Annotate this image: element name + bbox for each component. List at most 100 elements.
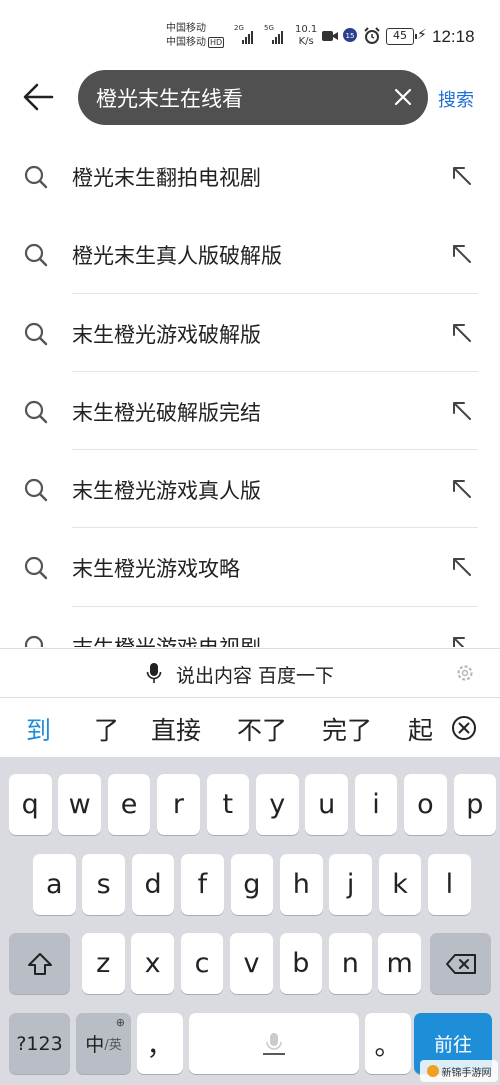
key-s[interactable]: s: [82, 854, 125, 915]
suggestion-text: 末生橙光游戏电视剧: [72, 632, 261, 647]
charging-icon: ⚡: [417, 27, 427, 43]
key-t[interactable]: t: [206, 774, 250, 835]
shift-icon: [27, 952, 52, 975]
svg-text:15: 15: [346, 32, 355, 40]
period-key-label: 。: [374, 1031, 402, 1062]
search-input[interactable]: [96, 70, 381, 125]
watermark-text: 新锦手游网: [441, 1067, 492, 1079]
badge-icon: 15: [343, 28, 357, 42]
globe-icon: ⊕: [115, 1016, 125, 1029]
language-key-sub: /英: [104, 1038, 122, 1053]
clear-icon[interactable]: [392, 86, 414, 108]
candidate-word[interactable]: 到: [26, 711, 51, 747]
key-y[interactable]: y: [256, 774, 299, 835]
net-speed-unit: K/s: [298, 36, 314, 47]
close-candidates-icon[interactable]: [451, 715, 477, 741]
key-p[interactable]: p: [453, 774, 497, 835]
carrier-info: 中国移动 中国移动 HD: [166, 22, 225, 50]
key-r[interactable]: r: [157, 774, 200, 835]
key-i[interactable]: i: [354, 774, 398, 835]
suggestion-text: 末生橙光破解版完结: [72, 400, 261, 425]
numbers-key[interactable]: ?123: [9, 1013, 70, 1074]
language-key[interactable]: 中/英 ⊕: [76, 1013, 131, 1074]
shift-key[interactable]: [9, 933, 70, 994]
gear-icon[interactable]: [455, 663, 475, 683]
key-q[interactable]: q: [9, 774, 52, 835]
net-speed-value: 10.1: [295, 24, 318, 35]
key-w[interactable]: w: [58, 774, 101, 835]
voice-search-bar[interactable]: 说出内容 百度一下: [0, 648, 500, 698]
fill-query-arrow-icon[interactable]: [451, 556, 473, 578]
search-button[interactable]: 搜索: [438, 86, 474, 112]
key-m[interactable]: m: [378, 933, 421, 994]
search-icon: [24, 244, 48, 267]
candidate-word[interactable]: 不了: [237, 711, 287, 747]
key-d[interactable]: d: [131, 854, 175, 915]
key-k[interactable]: k: [378, 854, 422, 915]
key-c[interactable]: c: [180, 933, 224, 994]
key-e[interactable]: e: [107, 774, 151, 835]
numbers-key-label: ?123: [16, 1032, 63, 1055]
signal-1-icon: 2G: [234, 24, 260, 46]
battery-icon: 45: [386, 28, 417, 45]
suggestion-text: 橙光末生翻拍电视剧: [72, 166, 261, 190]
key-g[interactable]: g: [230, 854, 274, 915]
hd-badge: HD: [208, 37, 225, 48]
candidate-word[interactable]: 完了: [322, 711, 372, 747]
fill-query-arrow-icon[interactable]: [451, 478, 473, 500]
candidate-word[interactable]: 了: [94, 711, 119, 747]
watermark-logo-icon: [426, 1065, 439, 1077]
watermark: 新锦手游网: [420, 1060, 498, 1082]
clock: 12:18: [432, 27, 475, 46]
suggestion-item[interactable]: 橙光末生真人版破解版: [0, 215, 500, 294]
space-key[interactable]: [189, 1013, 359, 1074]
fill-query-arrow-icon[interactable]: [451, 635, 473, 647]
suggestion-item[interactable]: 末生橙光游戏真人版: [0, 450, 500, 529]
candidate-word[interactable]: 起: [408, 711, 434, 747]
search-box[interactable]: [78, 70, 428, 125]
fill-query-arrow-icon[interactable]: [451, 243, 473, 265]
suggestion-item[interactable]: 橙光末生翻拍电视剧: [0, 137, 500, 215]
fill-query-arrow-icon[interactable]: [451, 400, 473, 422]
key-v[interactable]: v: [230, 933, 273, 994]
comma-key-label: ，: [146, 1031, 174, 1062]
net-speed: 10.1 K/s: [295, 24, 317, 48]
search-icon: [24, 322, 48, 345]
suggestion-text: 末生橙光游戏真人版: [72, 479, 261, 504]
key-h[interactable]: h: [280, 854, 323, 915]
carrier-2-row: 中国移动 HD: [166, 36, 225, 50]
signal-2-icon: 5G: [264, 24, 290, 46]
suggestion-item[interactable]: 末生橙光游戏攻略: [0, 528, 500, 607]
suggestion-list: 橙光末生翻拍电视剧 橙光末生真人版破解版 末生橙光游戏破解版 末生橙光破解版完结 末生橙…: [0, 137, 500, 647]
backspace-key[interactable]: [430, 933, 491, 994]
key-f[interactable]: f: [181, 854, 224, 915]
suggestion-text: 末生橙光游戏攻略: [72, 557, 240, 582]
search-icon: [24, 165, 48, 189]
candidate-word[interactable]: 直接: [151, 711, 201, 747]
alarm-icon: [364, 27, 380, 44]
key-z[interactable]: z: [82, 933, 125, 994]
key-j[interactable]: j: [329, 854, 372, 915]
comma-key[interactable]: ，: [137, 1013, 183, 1074]
key-a[interactable]: a: [33, 854, 76, 915]
back-arrow-icon[interactable]: [22, 80, 56, 114]
key-x[interactable]: x: [131, 933, 174, 994]
microphone-icon: [146, 663, 162, 683]
enter-key-label: 前往: [433, 1034, 472, 1056]
key-l[interactable]: l: [428, 854, 471, 915]
key-b[interactable]: b: [279, 933, 323, 994]
period-key[interactable]: 。: [365, 1013, 411, 1074]
fill-query-arrow-icon[interactable]: [451, 165, 473, 187]
suggestion-item[interactable]: 末生橙光游戏电视剧: [0, 607, 500, 647]
suggestion-item[interactable]: 末生橙光破解版完结: [0, 372, 500, 451]
video-icon: [322, 31, 338, 41]
fill-query-arrow-icon[interactable]: [451, 322, 473, 344]
key-u[interactable]: u: [305, 774, 348, 835]
key-n[interactable]: n: [329, 933, 372, 994]
carrier-1: 中国移动: [166, 23, 206, 34]
key-o[interactable]: o: [404, 774, 447, 835]
keyboard: ?123 中/英 ⊕ ， 。 前往 qwertyuiop asdfghjkl zxc…: [0, 757, 500, 1085]
suggestion-item[interactable]: 末生橙光游戏破解版: [0, 294, 500, 372]
voice-search-label: 说出内容 百度一下: [176, 665, 335, 687]
search-icon: [24, 400, 48, 424]
